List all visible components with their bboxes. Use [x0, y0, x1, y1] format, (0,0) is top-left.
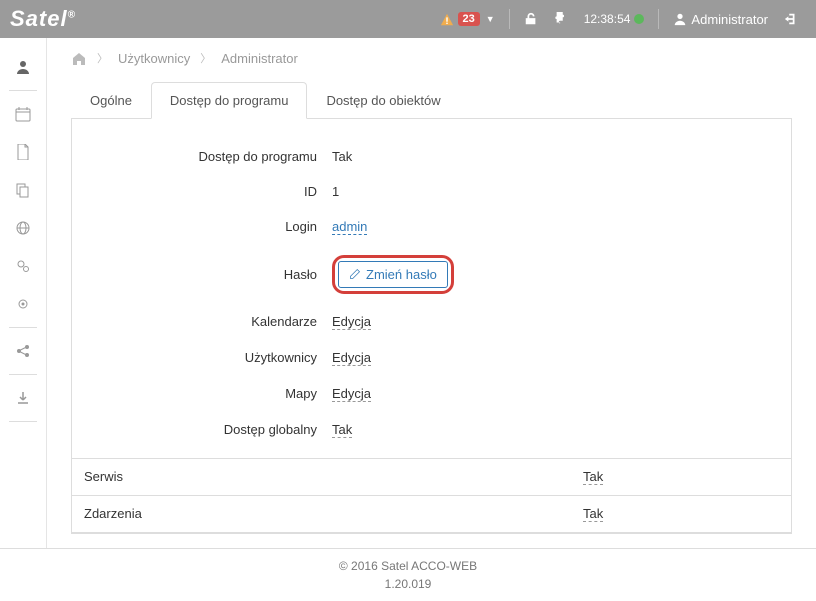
download-icon: [15, 390, 31, 406]
logout-button[interactable]: [784, 12, 798, 26]
cogs-icon: [15, 258, 31, 274]
table-row: Serwis Tak: [72, 458, 791, 495]
form-panel: Dostęp do programu Tak ID 1 Login admin …: [71, 119, 792, 534]
change-password-label: Zmień hasło: [366, 267, 437, 282]
label-maps: Mapy: [72, 386, 327, 401]
label-users: Użytkownicy: [72, 350, 327, 365]
document-icon: [16, 144, 30, 160]
highlight-ring: Zmień hasło: [332, 255, 454, 294]
change-password-button[interactable]: Zmień hasło: [338, 261, 448, 288]
breadcrumb: 〉 Użytkownicy 〉 Administrator: [71, 50, 792, 67]
tab-program-access[interactable]: Dostęp do programu: [151, 82, 308, 119]
sidebar-separator: [9, 90, 37, 91]
value-global-access[interactable]: Tak: [332, 422, 352, 438]
left-sidebar: [0, 38, 47, 548]
label-program-access: Dostęp do programu: [72, 149, 327, 164]
sidebar-item-calendar[interactable]: [0, 95, 47, 133]
sidebar-separator: [9, 327, 37, 328]
puzzle-icon: [554, 12, 568, 26]
user-icon: [673, 12, 687, 26]
lock-open-button[interactable]: [524, 12, 538, 26]
files-icon: [15, 182, 31, 198]
footer-version: 1.20.019: [0, 575, 816, 593]
sidebar-item-share[interactable]: [0, 332, 47, 370]
cell-service-value[interactable]: Tak: [583, 469, 603, 485]
user-menu[interactable]: Administrator: [673, 12, 768, 27]
breadcrumb-users[interactable]: Użytkownicy: [118, 51, 190, 66]
cog-icon: [15, 296, 31, 312]
chevron-right-icon: 〉: [97, 50, 108, 66]
calendar-icon: [15, 106, 31, 122]
value-calendars[interactable]: Edycja: [332, 314, 371, 330]
value-login[interactable]: admin: [332, 219, 367, 235]
tab-object-access[interactable]: Dostęp do obiektów: [307, 82, 459, 119]
time-text: 12:38:54: [584, 12, 631, 26]
tabs-bar: Ogólne Dostęp do programu Dostęp do obie…: [71, 81, 792, 119]
tab-general[interactable]: Ogólne: [71, 82, 151, 119]
top-header: Satel® 23 ▼ 12:38:54 Administrator: [0, 0, 816, 38]
sidebar-item-cogs[interactable]: [0, 247, 47, 285]
warning-icon: [440, 11, 454, 27]
sidebar-item-document[interactable]: [0, 133, 47, 171]
sidebar-item-files[interactable]: [0, 171, 47, 209]
header-divider: [509, 9, 510, 29]
settings-puzzle-button[interactable]: [554, 12, 568, 26]
label-id: ID: [72, 184, 327, 199]
label-login: Login: [72, 219, 327, 234]
footer-copyright: © 2016 Satel ACCO-WEB: [0, 557, 816, 575]
sidebar-item-user[interactable]: [0, 48, 47, 86]
edit-icon: [349, 268, 361, 280]
value-users[interactable]: Edycja: [332, 350, 371, 366]
cell-events-value[interactable]: Tak: [583, 506, 603, 522]
footer: © 2016 Satel ACCO-WEB 1.20.019: [0, 548, 816, 601]
unlock-icon: [524, 12, 538, 26]
username-text: Administrator: [691, 12, 768, 27]
chevron-right-icon: 〉: [200, 50, 211, 66]
brand-logo: Satel®: [10, 6, 76, 32]
alert-count-badge: 23: [458, 12, 480, 26]
sidebar-separator: [9, 421, 37, 422]
value-maps[interactable]: Edycja: [332, 386, 371, 402]
permissions-table: Serwis Tak Zdarzenia Tak: [72, 458, 791, 533]
label-password: Hasło: [72, 267, 327, 282]
user-icon: [15, 59, 31, 75]
logout-icon: [784, 12, 798, 26]
sidebar-item-globe[interactable]: [0, 209, 47, 247]
cell-events-label: Zdarzenia: [72, 495, 571, 532]
status-dot-icon: [634, 14, 644, 24]
sidebar-item-download[interactable]: [0, 379, 47, 417]
label-calendars: Kalendarze: [72, 314, 327, 329]
value-program-access: Tak: [327, 149, 791, 164]
table-row: Zdarzenia Tak: [72, 495, 791, 532]
alerts-indicator[interactable]: 23 ▼: [440, 11, 495, 27]
value-id: 1: [327, 184, 791, 199]
label-global-access: Dostęp globalny: [72, 422, 327, 437]
share-icon: [15, 343, 31, 359]
sidebar-item-cog[interactable]: [0, 285, 47, 323]
breadcrumb-current: Administrator: [221, 51, 298, 66]
main-content: 〉 Użytkownicy 〉 Administrator Ogólne Dos…: [47, 38, 816, 548]
chevron-down-icon: ▼: [486, 14, 495, 24]
globe-icon: [15, 220, 31, 236]
sidebar-separator: [9, 374, 37, 375]
home-icon[interactable]: [71, 50, 87, 67]
header-divider: [658, 9, 659, 29]
cell-service-label: Serwis: [72, 458, 571, 495]
clock-display: 12:38:54: [584, 12, 645, 26]
